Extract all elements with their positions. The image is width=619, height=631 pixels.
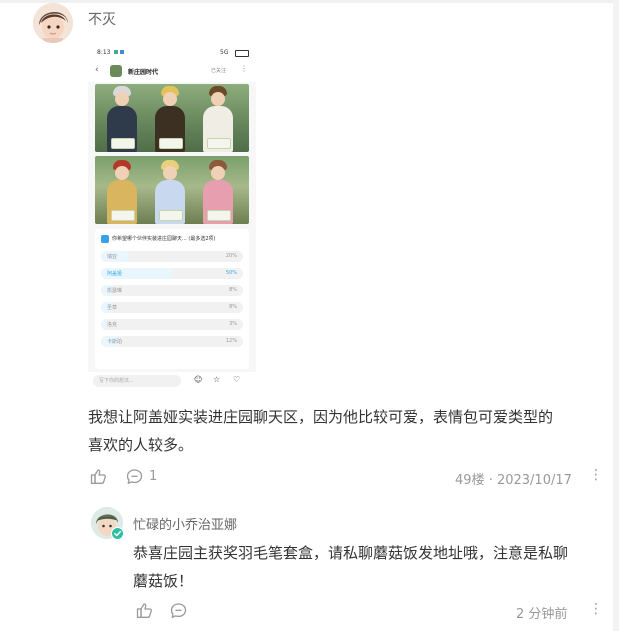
- emoji-icon: ☺: [194, 375, 203, 384]
- reply-icon[interactable]: [170, 602, 187, 619]
- poll-option-fill: [101, 319, 106, 330]
- image-status-time: 8:13: [97, 49, 111, 56]
- meta-separator: ·: [488, 473, 493, 488]
- reply-author[interactable]: 忙碌的小乔治亚娜: [133, 514, 237, 533]
- poll-card: 你希望哪个伙伴实装进庄园聊天... (最多选2项) 瑞亚 20% 阿盖娅 50% 凯…: [95, 229, 249, 369]
- character-tag: [207, 138, 231, 149]
- poll-option-label: 圣草: [107, 305, 118, 311]
- image-follow-label: 已关注: [211, 68, 227, 74]
- group-avatar-icon: [110, 65, 122, 77]
- attached-image[interactable]: 8:13 5G ‹ 新庄园时代 已关注 ⋮ 你希望哪个伙伴实装进庄园聊天... …: [88, 46, 256, 390]
- top-divider: [0, 0, 619, 3]
- poll-option-label: 洛克: [107, 322, 118, 328]
- battery-icon: [235, 50, 249, 57]
- character-head: [211, 166, 225, 180]
- poll-option-label: 凯瑟琳: [107, 288, 123, 294]
- image-more-icon: ⋮: [240, 64, 248, 73]
- poll-note: (最多选2项): [188, 236, 216, 242]
- character-head: [115, 166, 129, 180]
- reply-text-line: 蘑菇饭！: [133, 572, 194, 590]
- reply-icon[interactable]: [126, 468, 143, 485]
- character-tag: [159, 138, 183, 149]
- poll-option-percent: 50%: [225, 270, 237, 276]
- comment-date: 2023/10/17: [496, 473, 572, 488]
- like-icon[interactable]: [90, 468, 107, 485]
- back-icon: ‹: [95, 65, 99, 75]
- more-icon[interactable]: ⋮: [589, 601, 603, 617]
- reply-count[interactable]: 1: [149, 469, 157, 484]
- image-comment-input: 写下你的想法...: [93, 375, 181, 387]
- like-icon[interactable]: [136, 602, 153, 619]
- character-head: [115, 92, 129, 106]
- image-status-network: 5G: [220, 49, 229, 56]
- poll-option[interactable]: 阿盖娅 50%: [101, 268, 243, 279]
- character-head: [163, 166, 177, 180]
- poll-option[interactable]: 凯瑟琳 8%: [101, 285, 243, 296]
- poll-option-label: 阿盖娅: [107, 271, 123, 277]
- status-dot-icon: [114, 50, 118, 54]
- character-head: [163, 92, 177, 106]
- character-art-top: [95, 84, 249, 152]
- poll-icon: [101, 235, 109, 243]
- comment-text-line: 喜欢的人较多。: [88, 436, 194, 454]
- poll-question: 你希望哪个伙伴实装进庄园聊天...: [112, 236, 187, 242]
- comment-meta: 49楼 · 2023/10/17: [455, 469, 572, 488]
- share-icon: ☆: [213, 375, 221, 384]
- character-art-bottom: [95, 156, 249, 224]
- comment-author[interactable]: 不灭: [88, 9, 116, 29]
- avatar[interactable]: [33, 3, 73, 43]
- poll-option-percent: 8%: [229, 287, 237, 293]
- scrollbar-track[interactable]: [613, 0, 619, 631]
- poll-option-label: 卡斯珀: [107, 339, 123, 345]
- reply-text-line: 恭喜庄园主获奖羽毛笔套盒，请私聊蘑菇饭发地址哦，注意是私聊: [133, 544, 569, 562]
- poll-option-percent: 8%: [229, 304, 237, 310]
- character-head: [211, 92, 225, 106]
- character-tag: [111, 210, 135, 221]
- character-tag: [159, 210, 183, 221]
- image-group-title: 新庄园时代: [128, 69, 159, 76]
- image-nav-bar: ‹ 新庄园时代 已关注 ⋮: [88, 60, 256, 82]
- poll-option[interactable]: 瑞亚 20%: [101, 251, 243, 262]
- floor-number: 49楼: [455, 473, 485, 488]
- poll-title: 你希望哪个伙伴实装进庄园聊天... (最多选2项): [112, 235, 215, 242]
- character-tag: [207, 210, 231, 221]
- poll-option[interactable]: 洛克 3%: [101, 319, 243, 330]
- poll-option-percent: 3%: [229, 321, 237, 327]
- poll-option-label: 瑞亚: [107, 254, 118, 260]
- image-bottom-bar: 写下你的想法... ☺ ☆ ♡: [88, 372, 256, 390]
- reply-time: 2 分钟前: [516, 607, 568, 622]
- status-dot-icon: [120, 50, 124, 54]
- more-icon[interactable]: ⋮: [589, 467, 603, 483]
- poll-option-percent: 20%: [225, 253, 237, 259]
- image-like-icon: ♡: [233, 375, 241, 384]
- poll-option[interactable]: 圣草 8%: [101, 302, 243, 313]
- image-status-bar: 8:13 5G: [88, 46, 256, 60]
- verified-badge-icon: [111, 527, 124, 540]
- character-tag: [111, 138, 135, 149]
- comment-text-line: 我想让阿盖娅实装进庄园聊天区，因为他比较可爱，表情包可爱类型的: [88, 408, 554, 426]
- avatar-portrait: [33, 3, 73, 43]
- poll-option-percent: 12%: [225, 338, 237, 344]
- poll-option[interactable]: 卡斯珀 12%: [101, 336, 243, 347]
